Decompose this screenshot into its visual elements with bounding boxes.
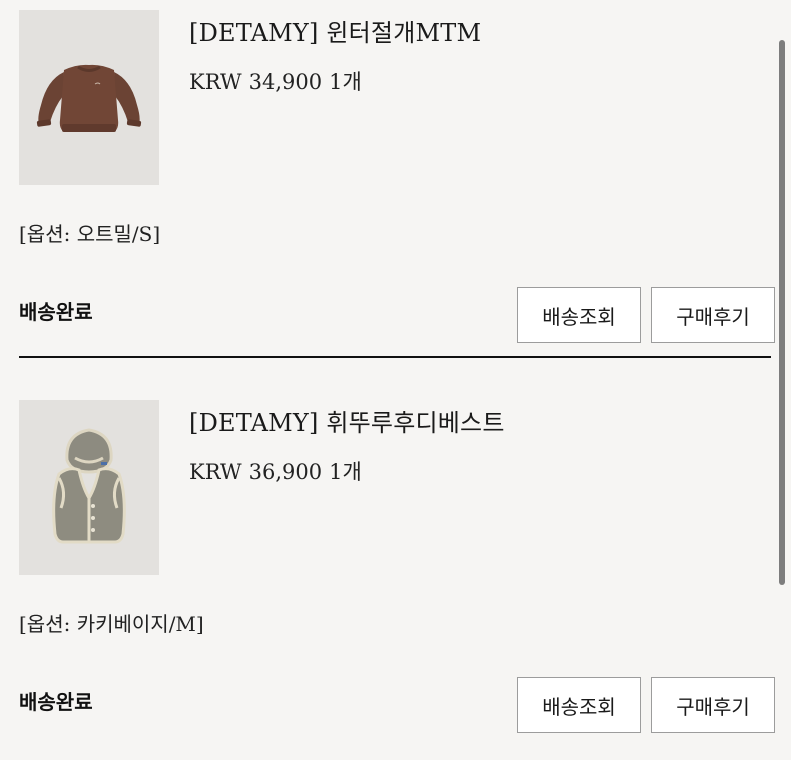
product-thumbnail[interactable] [19, 400, 159, 575]
price: 36,900 [248, 460, 323, 484]
price-line: KRW 36,900 1개 [189, 456, 362, 486]
product-name[interactable]: [DETAMY] 휘뚜루후디베스트 [189, 403, 505, 438]
delivery-status: 배송완료 [19, 690, 93, 714]
write-review-button[interactable]: 구매후기 [651, 677, 775, 733]
price-line: KRW 34,900 1개 [189, 66, 362, 96]
quantity: 1개 [329, 70, 362, 94]
order-item: [DETAMY] 휘뚜루후디베스트 KRW 36,900 1개 [옵션: 카키베이지… [19, 400, 775, 760]
scrollbar[interactable] [779, 40, 785, 585]
currency: KRW [189, 460, 242, 484]
delivery-status: 배송완료 [19, 300, 93, 324]
order-list: [DETAMY] 윈터절개MTM KRW 34,900 1개 [옵션: 오트밀/S]… [0, 0, 791, 750]
hooded-vest-image [19, 400, 159, 575]
brown-sweatshirt-image [19, 10, 159, 185]
product-option: [옵션: 카키베이지/M] [19, 612, 204, 636]
track-delivery-button[interactable]: 배송조회 [517, 677, 641, 733]
product-option: [옵션: 오트밀/S] [19, 222, 161, 246]
quantity: 1개 [329, 460, 362, 484]
track-delivery-button[interactable]: 배송조회 [517, 287, 641, 343]
order-item: [DETAMY] 윈터절개MTM KRW 34,900 1개 [옵션: 오트밀/S]… [19, 10, 775, 370]
write-review-button[interactable]: 구매후기 [651, 287, 775, 343]
product-name[interactable]: [DETAMY] 윈터절개MTM [189, 13, 481, 48]
currency: KRW [189, 70, 242, 94]
order-divider [19, 356, 771, 358]
scrollbar-thumb[interactable] [779, 40, 785, 585]
product-thumbnail[interactable] [19, 10, 159, 185]
price: 34,900 [248, 70, 323, 94]
